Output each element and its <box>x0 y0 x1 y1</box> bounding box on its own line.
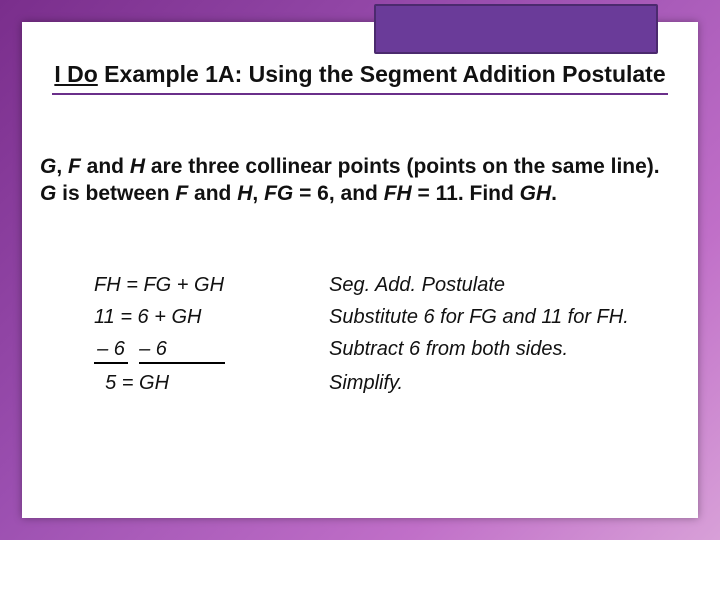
step-equation: – 6 – 6 <box>94 336 304 364</box>
slide-title: I Do Example 1A: Using the Segment Addit… <box>52 60 668 95</box>
var-fh: FH <box>384 182 412 205</box>
var-f: F <box>68 155 81 178</box>
step-equation: 5 = GH <box>94 370 304 396</box>
step-reason: Seg. Add. Postulate <box>329 272 668 298</box>
solution-steps: FH = FG + GH Seg. Add. Postulate 11 = 6 … <box>94 272 668 396</box>
var-g2: G <box>40 182 56 205</box>
title-rest: Example 1A: Using the Segment Addition P… <box>98 61 666 87</box>
var-h2: H <box>237 182 252 205</box>
slide-content: I Do Example 1A: Using the Segment Addit… <box>22 22 698 518</box>
underline-right: – 6 <box>139 336 225 364</box>
title-ido: I Do <box>54 61 97 87</box>
var-h: H <box>130 155 145 178</box>
var-gh: GH <box>520 182 552 205</box>
var-f2: F <box>175 182 188 205</box>
step-equation: FH = FG + GH <box>94 272 304 298</box>
step-reason: Substitute 6 for FG and 11 for FH. <box>329 304 668 330</box>
step-equation: 11 = 6 + GH <box>94 304 304 330</box>
underline-left: – 6 <box>94 336 128 364</box>
problem-statement: G, F and H are three collinear points (p… <box>40 154 676 208</box>
header-ribbon <box>374 4 658 54</box>
var-g: G <box>40 155 56 178</box>
var-fg: FG <box>264 182 293 205</box>
step-reason: Subtract 6 from both sides. <box>329 336 668 364</box>
step-reason: Simplify. <box>329 370 668 396</box>
